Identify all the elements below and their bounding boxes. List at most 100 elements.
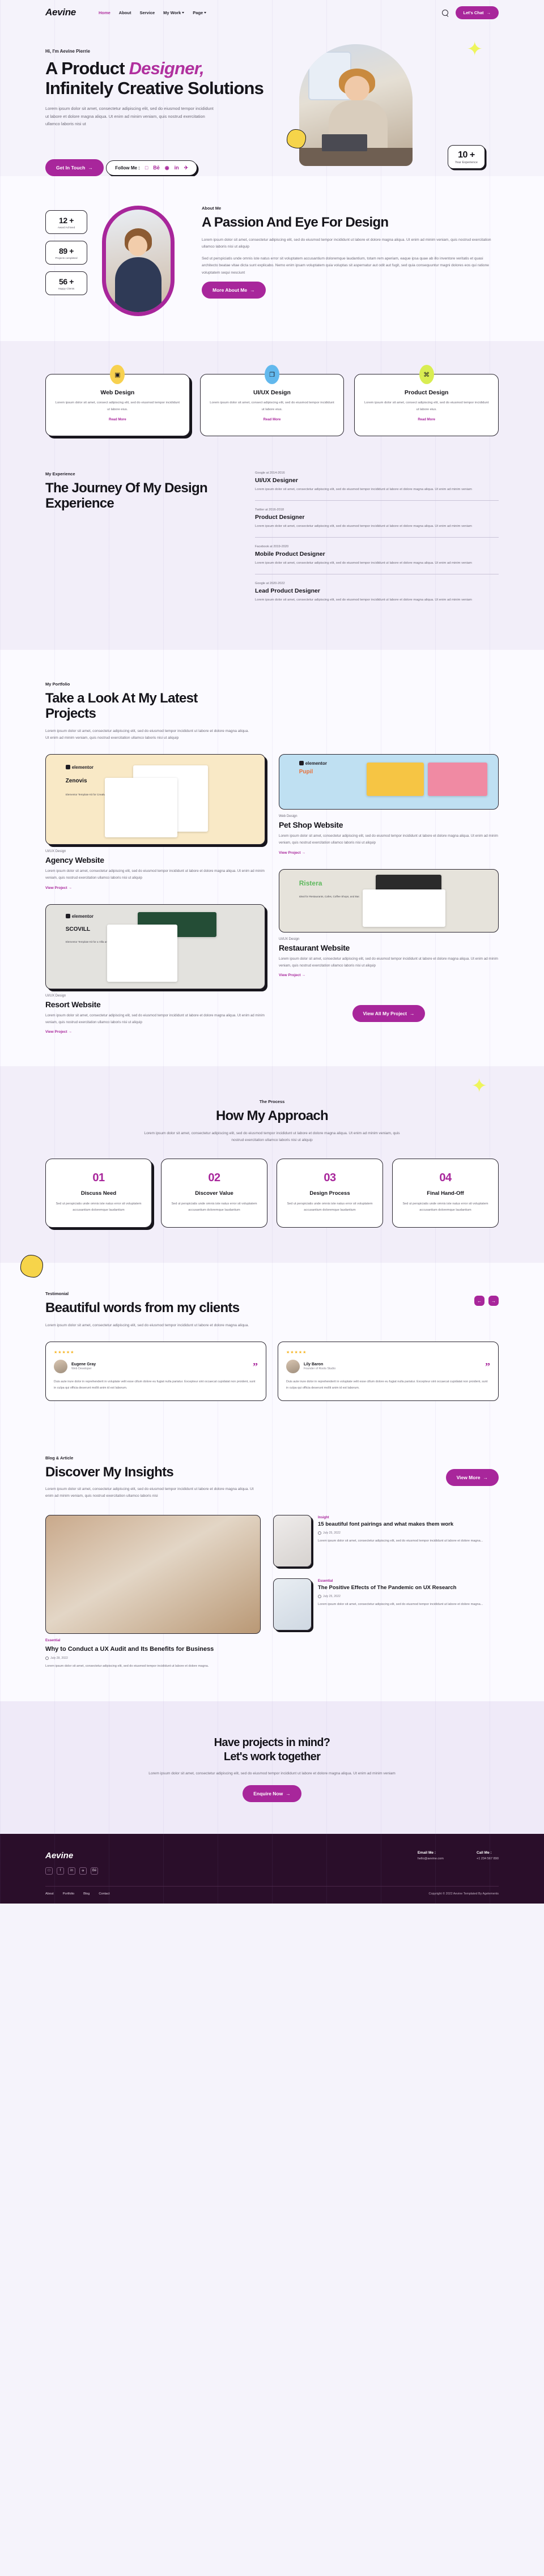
project-category: UI/UX Design bbox=[279, 937, 300, 941]
experience-list: Google at 2014-2016 UI/UX Designer Lorem… bbox=[255, 471, 499, 618]
service-card-web-design[interactable]: ▣ Web Design Lorem ipsum dolor sit amet,… bbox=[45, 365, 190, 437]
rating-stars: ★★★★★ bbox=[286, 1350, 307, 1355]
read-more-link[interactable]: Read More bbox=[418, 418, 435, 421]
project-thumbnail: elementor Zenovis Elementor Template Kit… bbox=[45, 754, 265, 845]
instagram-icon[interactable]: □ bbox=[145, 165, 148, 171]
step-number: 03 bbox=[324, 1172, 336, 1185]
portfolio-kicker: My Portfolio bbox=[45, 682, 70, 687]
follow-me-label: Follow Me : bbox=[115, 165, 140, 171]
get-in-touch-button[interactable]: Get In Touch → bbox=[45, 159, 104, 177]
nav-item-about[interactable]: About bbox=[119, 10, 131, 15]
project-card-resort[interactable]: elementor SCOVILL Elementor Template Kit… bbox=[45, 904, 265, 1036]
view-more-button[interactable]: View More → bbox=[445, 1468, 499, 1486]
view-project-link[interactable]: View Project → bbox=[45, 886, 72, 890]
dribbble-icon[interactable]: ◉ bbox=[165, 165, 169, 171]
contact-value[interactable]: hello@aevine.com bbox=[418, 1857, 444, 1860]
footer-logo[interactable]: Aevine bbox=[45, 1851, 98, 1860]
footer-link-portfolio[interactable]: Portfolio bbox=[63, 1892, 75, 1896]
service-card-uiux-design[interactable]: ❐ UI/UX Design Lorem ipsum dolor sit ame… bbox=[199, 365, 345, 437]
behance-icon[interactable]: Bē bbox=[153, 165, 160, 171]
project-card-restaurant[interactable]: Ristera Ideal for Restaurants, Cafes, Co… bbox=[279, 868, 499, 980]
project-card-pet-shop[interactable]: elementor Pupil Web Design Pet Shop Webs… bbox=[279, 754, 499, 857]
blog-featured-post[interactable]: Essential Why to Conduct a UX Audit and … bbox=[45, 1515, 261, 1669]
project-card-agency[interactable]: elementor Zenovis Elementor Template Kit… bbox=[45, 754, 265, 892]
avatar bbox=[286, 1359, 300, 1373]
experience-item: Google at 2014-2016 UI/UX Designer Lorem… bbox=[255, 471, 499, 501]
button-label: Let's Chat bbox=[463, 10, 484, 15]
step-number: 02 bbox=[208, 1172, 220, 1185]
hero-photo bbox=[299, 44, 413, 166]
nav-actions: Let's Chat → bbox=[441, 6, 499, 19]
project-title: Agency Website bbox=[45, 855, 104, 865]
twitter-icon[interactable]: ✈ bbox=[79, 1867, 87, 1875]
portfolio-column-left: elementor Zenovis Elementor Template Kit… bbox=[45, 754, 265, 1036]
service-card-product-design[interactable]: ⌘ Product Design Lorem ipsum dolor sit a… bbox=[354, 365, 499, 437]
project-thumbnail: elementor SCOVILL Elementor Template Kit… bbox=[45, 904, 265, 989]
footer-link-contact[interactable]: Contact bbox=[99, 1892, 109, 1896]
step-desc: Sed ut perspiciatis unde omnis iste natu… bbox=[287, 1202, 373, 1212]
testimonial-text: Duis aute irure dolor in reprehenderit i… bbox=[54, 1379, 256, 1390]
template-product: Ristera bbox=[299, 879, 322, 888]
nav-item-home[interactable]: Home bbox=[99, 10, 110, 15]
contact-value[interactable]: +1 234 567 890 bbox=[477, 1857, 499, 1860]
nav-label: My Work bbox=[163, 10, 181, 15]
hero-title-part1: A Product bbox=[45, 58, 129, 78]
nav-item-my-work[interactable]: My Work bbox=[163, 10, 185, 15]
twitter-icon[interactable]: ✈ bbox=[184, 165, 189, 171]
project-title: Restaurant Website bbox=[279, 943, 350, 952]
link-label: View Project bbox=[279, 973, 301, 978]
step-number: 04 bbox=[439, 1172, 452, 1185]
nav-item-page[interactable]: Page bbox=[193, 10, 207, 15]
stat-label: Award Achived bbox=[57, 226, 75, 229]
blog-image bbox=[45, 1515, 261, 1634]
search-icon[interactable] bbox=[441, 9, 448, 16]
testimonial-text: Duis aute irure dolor in reprehenderit i… bbox=[286, 1379, 488, 1390]
process-step: 01 Discuss Need Sed ut perspiciatis unde… bbox=[45, 1159, 152, 1228]
facebook-icon[interactable]: f bbox=[57, 1867, 64, 1875]
blog-post[interactable]: Insight 15 beautiful font pairings and w… bbox=[273, 1515, 499, 1568]
about-photo bbox=[102, 206, 187, 317]
lets-chat-button[interactable]: Let's Chat → bbox=[455, 6, 499, 19]
read-more-link[interactable]: Read More bbox=[264, 418, 281, 421]
footer-link-about[interactable]: About bbox=[45, 1892, 54, 1896]
experience-label: Year Experience bbox=[454, 161, 478, 164]
blog-post-title: 15 beautiful font pairings and what make… bbox=[318, 1521, 454, 1528]
process-paragraph: Lorem ipsum dolor sit amet, consectetur … bbox=[144, 1131, 400, 1142]
view-project-link[interactable]: View Project → bbox=[279, 851, 305, 855]
enquire-now-button[interactable]: Enquire Now → bbox=[243, 1785, 301, 1802]
project-desc: Lorem ipsum dolor sit amet, consectetur … bbox=[279, 834, 498, 845]
instagram-icon[interactable]: □ bbox=[45, 1867, 53, 1875]
footer-contact-email: Email Me : hello@aevine.com bbox=[418, 1851, 444, 1860]
brand-logo[interactable]: Aevine bbox=[45, 7, 76, 18]
blog-kicker: Blog & Article bbox=[45, 1455, 74, 1461]
view-project-link[interactable]: View Project → bbox=[279, 973, 305, 977]
testimonial-cards: ★★★★★ Eugene Gray Web Developer ” Duis a… bbox=[45, 1341, 499, 1401]
view-project-link[interactable]: View Project → bbox=[45, 1030, 72, 1034]
experience-period: Google at 2014-2016 bbox=[255, 471, 285, 475]
blog-post[interactable]: Essential The Positive Effects of The Pa… bbox=[273, 1578, 499, 1631]
icon-glyph: ⌘ bbox=[423, 371, 430, 378]
view-all-projects-button[interactable]: View All My Project → bbox=[352, 1005, 426, 1023]
linkedin-icon[interactable]: in bbox=[68, 1867, 75, 1875]
arrow-left-icon[interactable]: ← bbox=[474, 1296, 484, 1306]
testimonial-card: ★★★★★ Eugene Gray Web Developer ” Duis a… bbox=[45, 1341, 266, 1401]
footer-link-blog[interactable]: Blog bbox=[83, 1892, 90, 1896]
arrow-right-icon[interactable]: → bbox=[488, 1296, 499, 1306]
read-more-link[interactable]: Read More bbox=[109, 418, 126, 421]
icon-glyph: ▣ bbox=[114, 371, 121, 378]
experience-role: Mobile Product Designer bbox=[255, 551, 325, 558]
about-section: 12 + Award Achived 89 + Projects complet… bbox=[0, 176, 544, 342]
hero-title-part2: Infinitely Creative Solutions bbox=[45, 78, 264, 98]
linkedin-icon[interactable]: in bbox=[175, 165, 179, 171]
behance-icon[interactable]: Bē bbox=[91, 1867, 98, 1875]
step-number: 01 bbox=[92, 1172, 105, 1185]
arrow-right-icon: → bbox=[250, 287, 255, 293]
nav-item-service[interactable]: Service bbox=[139, 10, 155, 15]
hero-visual: ✦ 10 + Year Experience bbox=[283, 40, 499, 176]
blog-date: July 28, 2022 bbox=[45, 1656, 261, 1660]
clock-icon bbox=[318, 1531, 321, 1535]
command-icon: ⌘ bbox=[419, 365, 434, 385]
blog-date: July 25, 2022 bbox=[318, 1594, 483, 1598]
template-product: SCOVILL bbox=[65, 926, 91, 933]
more-about-me-button[interactable]: More About Me → bbox=[202, 281, 266, 299]
